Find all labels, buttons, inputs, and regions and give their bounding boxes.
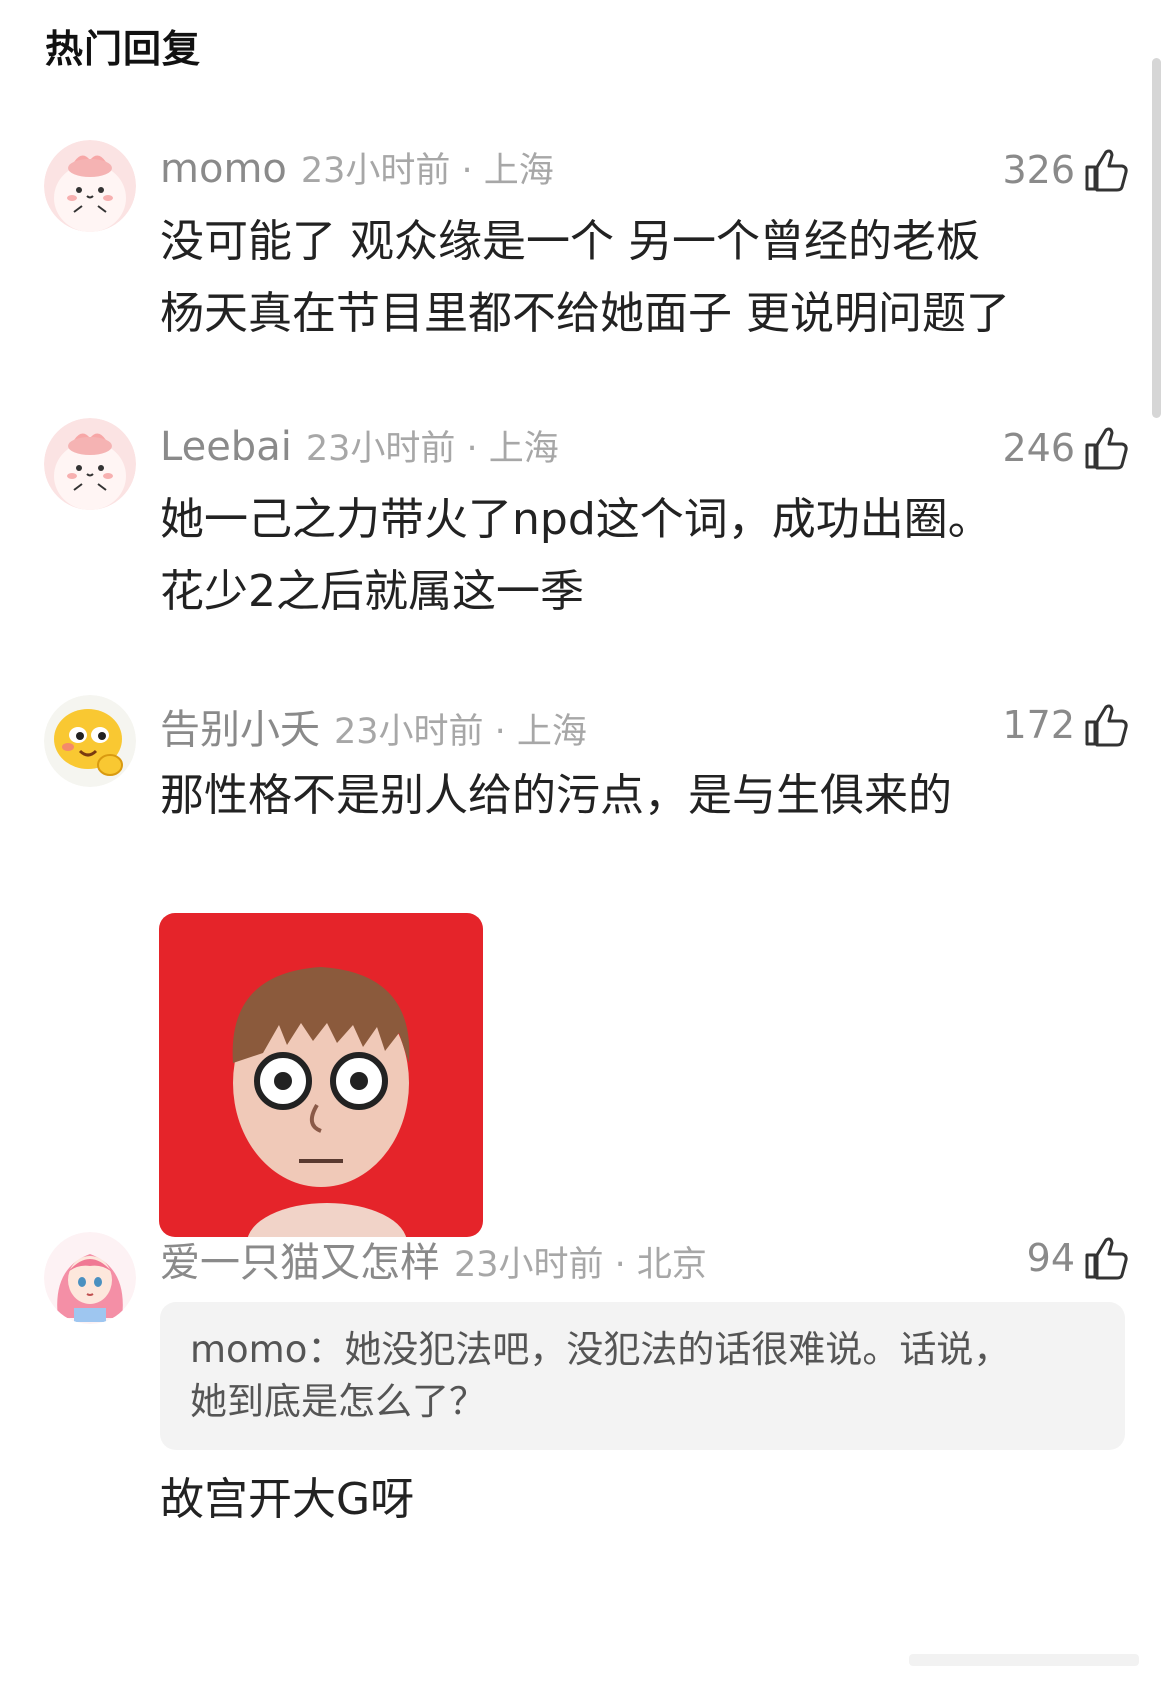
timestamp-location: 23小时前 · 北京 xyxy=(454,1245,707,1285)
username[interactable]: 爱一只猫又怎样 xyxy=(160,1230,440,1288)
like-button[interactable]: 172 xyxy=(1002,695,1129,755)
like-count: 172 xyxy=(1002,703,1075,747)
pink-bunny-avatar-icon xyxy=(44,418,136,510)
like-button[interactable]: 326 xyxy=(1002,140,1129,200)
comment-meta: Leebai 23小时前 · 上海 xyxy=(160,420,559,480)
like-count: 94 xyxy=(1026,1236,1075,1280)
like-count: 326 xyxy=(1002,148,1075,192)
comment-line: 杨天真在节目里都不给她面子 更说明问题了 xyxy=(160,288,1010,339)
like-count: 246 xyxy=(1002,426,1075,470)
comment-text: 故宫开大G呀 xyxy=(160,1464,1119,1536)
timestamp-location: 23小时前 · 上海 xyxy=(334,712,587,752)
like-button[interactable]: 94 xyxy=(1027,1228,1129,1288)
username[interactable]: Leebai xyxy=(160,424,292,470)
comment-text: 那性格不是别人给的污点，是与生俱来的 xyxy=(160,760,1119,832)
comment-line: 她一己之力带火了npd这个词，成功出圈。 xyxy=(160,494,992,545)
section-title: 热门回复 xyxy=(45,27,202,71)
timestamp-location: 23小时前 · 上海 xyxy=(305,429,559,469)
timestamp-location: 23小时前 · 上海 xyxy=(300,151,554,191)
avatar[interactable] xyxy=(44,695,136,787)
pink-hair-anime-girl-avatar-icon xyxy=(44,1232,136,1324)
comment-line: 那性格不是别人给的污点，是与生俱来的 xyxy=(160,770,952,821)
comment-line: 花少2之后就属这一季 xyxy=(160,566,584,617)
quoted-reply-line: momo：她没犯法吧，没犯法的话很难说。话说， xyxy=(190,1328,1011,1371)
yellow-blob-emoji-avatar-icon xyxy=(44,695,136,787)
mii-staring-face-sticker-icon xyxy=(159,913,483,1237)
avatar[interactable] xyxy=(44,418,136,510)
quoted-reply[interactable]: momo：她没犯法吧，没犯法的话很难说。话说， 她到底是怎么了？ xyxy=(160,1302,1125,1450)
avatar[interactable] xyxy=(44,140,136,232)
pink-bunny-avatar-icon xyxy=(44,140,136,232)
thumbs-up-icon[interactable] xyxy=(1083,425,1129,471)
thumbs-up-icon[interactable] xyxy=(1083,147,1129,193)
sticker-image[interactable] xyxy=(159,913,483,1237)
thumbs-up-icon[interactable] xyxy=(1083,702,1129,748)
comment-line: 没可能了 观众缘是一个 另一个曾经的老板 xyxy=(160,216,980,267)
username[interactable]: 告别小夭 xyxy=(160,697,320,755)
thumbs-up-icon[interactable] xyxy=(1083,1235,1129,1281)
like-button[interactable]: 246 xyxy=(1002,418,1129,478)
comment-meta: 爱一只猫又怎样 23小时前 · 北京 xyxy=(160,1230,707,1290)
comment-text: 没可能了 观众缘是一个 另一个曾经的老板 杨天真在节目里都不给她面子 更说明问题… xyxy=(160,206,1119,350)
comment-line: 故宫开大G呀 xyxy=(160,1474,415,1525)
username[interactable]: momo xyxy=(160,146,287,192)
watermark-icon xyxy=(909,1654,1139,1666)
comment-text: 她一己之力带火了npd这个词，成功出圈。 花少2之后就属这一季 xyxy=(160,484,1119,628)
scrollbar[interactable] xyxy=(1152,58,1161,418)
avatar[interactable] xyxy=(44,1232,136,1324)
comment-meta: 告别小夭 23小时前 · 上海 xyxy=(160,697,587,757)
comment-meta: momo 23小时前 · 上海 xyxy=(160,142,554,202)
quoted-reply-line: 她到底是怎么了？ xyxy=(190,1380,486,1423)
